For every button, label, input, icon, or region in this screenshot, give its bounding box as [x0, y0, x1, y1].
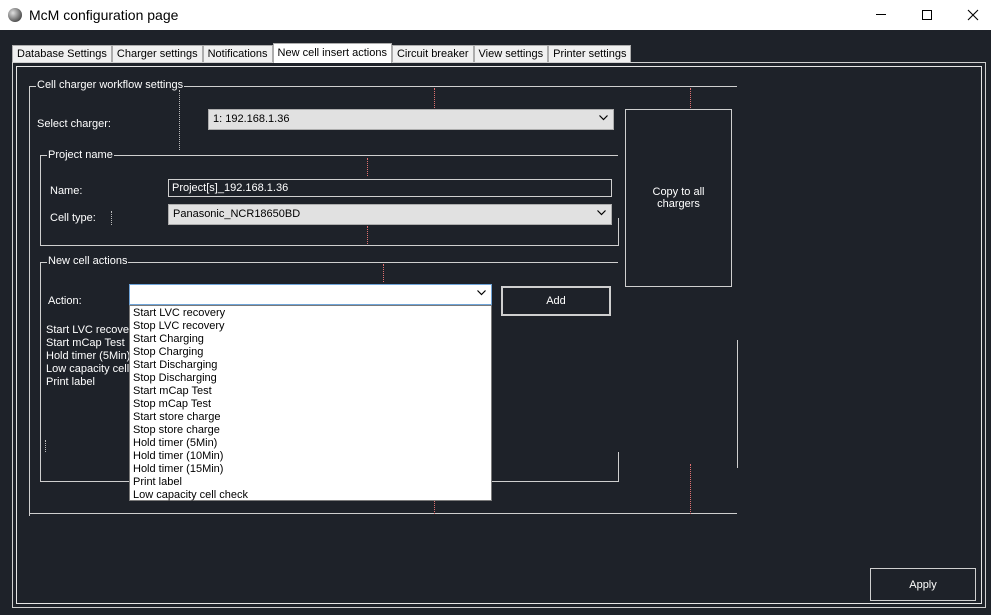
action-label: Action: [48, 295, 82, 307]
tab-notifications[interactable]: Notifications [202, 45, 273, 62]
close-icon [967, 9, 979, 21]
workflow-group-left [29, 86, 30, 516]
list-item[interactable]: Print label [46, 376, 130, 389]
chevron-down-icon [599, 115, 608, 121]
maximize-button[interactable] [904, 0, 950, 30]
splitter-guide [45, 440, 47, 452]
select-charger-label: Select charger: [37, 118, 111, 130]
dropdown-option[interactable]: Stop Discharging [130, 372, 491, 385]
tab-new-cell-insert-actions[interactable]: New cell insert actions [272, 43, 392, 63]
cell-type-label: Cell type: [50, 212, 96, 224]
splitter-guide [367, 226, 369, 244]
add-button[interactable]: Add [501, 286, 611, 316]
splitter-guide [383, 264, 385, 282]
dropdown-option[interactable]: Start mCap Test [130, 385, 491, 398]
tab-circuit-breaker[interactable]: Circuit breaker [391, 45, 474, 62]
list-item[interactable]: Low capacity cell [46, 363, 130, 376]
splitter-guide [690, 88, 692, 108]
splitter-guide [690, 464, 692, 514]
splitter-guide [434, 500, 436, 514]
close-button[interactable] [950, 0, 991, 30]
workflow-group-right [737, 340, 738, 468]
dropdown-option[interactable]: Print label [130, 476, 491, 489]
actions-list[interactable]: Start LVC recover Start mCap Test Hold t… [46, 324, 130, 389]
dropdown-option[interactable]: Stop LVC recovery [130, 320, 491, 333]
app-globe-icon [8, 8, 22, 22]
splitter-guide [111, 211, 113, 225]
list-item[interactable]: Start LVC recover [46, 324, 130, 337]
project-group-title: Project name [47, 149, 114, 161]
actions-group-right [618, 452, 619, 482]
splitter-guide [367, 158, 369, 176]
dropdown-option[interactable]: Hold timer (15Min) [130, 463, 491, 476]
workflow-group-title: Cell charger workflow settings [36, 79, 185, 91]
cell-type-value: Panasonic_NCR18650BD [173, 208, 301, 220]
splitter-guide [179, 90, 181, 150]
list-item[interactable]: Hold timer (5Min) [46, 350, 130, 363]
window-title: McM configuration page [29, 7, 179, 23]
dropdown-option[interactable]: Start Charging [130, 333, 491, 346]
dropdown-option[interactable]: Start LVC recovery [130, 307, 491, 320]
minimize-button[interactable] [858, 0, 904, 30]
dropdown-option[interactable]: Stop Charging [130, 346, 491, 359]
dropdown-option[interactable]: Stop mCap Test [130, 398, 491, 411]
dropdown-option[interactable]: Start store charge [130, 411, 491, 424]
tab-charger-settings[interactable]: Charger settings [111, 45, 203, 62]
project-group-bottom [40, 245, 618, 246]
list-item[interactable]: Start mCap Test [46, 337, 130, 350]
project-group-top [40, 155, 618, 156]
title-bar: McM configuration page [0, 0, 991, 30]
tab-printer-settings[interactable]: Printer settings [548, 45, 632, 62]
action-combo[interactable] [129, 284, 492, 305]
dropdown-option[interactable]: Hold timer (5Min) [130, 437, 491, 450]
dropdown-option[interactable]: Hold timer (10Min) [130, 450, 491, 463]
copy-to-all-chargers-button[interactable]: Copy to all chargers [625, 109, 732, 287]
name-label: Name: [50, 185, 83, 197]
dropdown-option[interactable]: Start Discharging [130, 359, 491, 372]
dropdown-option[interactable]: Low capacity cell check [130, 489, 491, 502]
project-group-left [40, 155, 41, 245]
workflow-group-bottom [29, 513, 737, 514]
dropdown-option[interactable]: Stop store charge [130, 424, 491, 437]
select-charger-value: 1: 192.168.1.36 [213, 113, 290, 125]
name-input-value: Project[s]_192.168.1.36 [172, 182, 289, 194]
actions-group-left [40, 262, 41, 482]
tab-view-settings[interactable]: View settings [473, 45, 549, 62]
chevron-down-icon [477, 290, 486, 296]
minimize-icon [876, 14, 886, 15]
tab-database-settings[interactable]: Database Settings [12, 45, 112, 62]
chevron-down-icon [597, 210, 606, 216]
action-dropdown-list[interactable]: Start LVC recovery Stop LVC recovery Sta… [129, 305, 492, 501]
splitter-guide [434, 88, 436, 108]
cell-type-combo[interactable]: Panasonic_NCR18650BD [168, 204, 612, 225]
apply-button[interactable]: Apply [870, 568, 976, 601]
maximize-icon [922, 10, 932, 20]
tab-strip: Database Settings Charger settings Notif… [12, 43, 632, 63]
name-input[interactable]: Project[s]_192.168.1.36 [168, 179, 612, 197]
project-group-right [618, 218, 619, 246]
actions-group-title: New cell actions [47, 255, 129, 267]
select-charger-combo[interactable]: 1: 192.168.1.36 [208, 109, 614, 130]
